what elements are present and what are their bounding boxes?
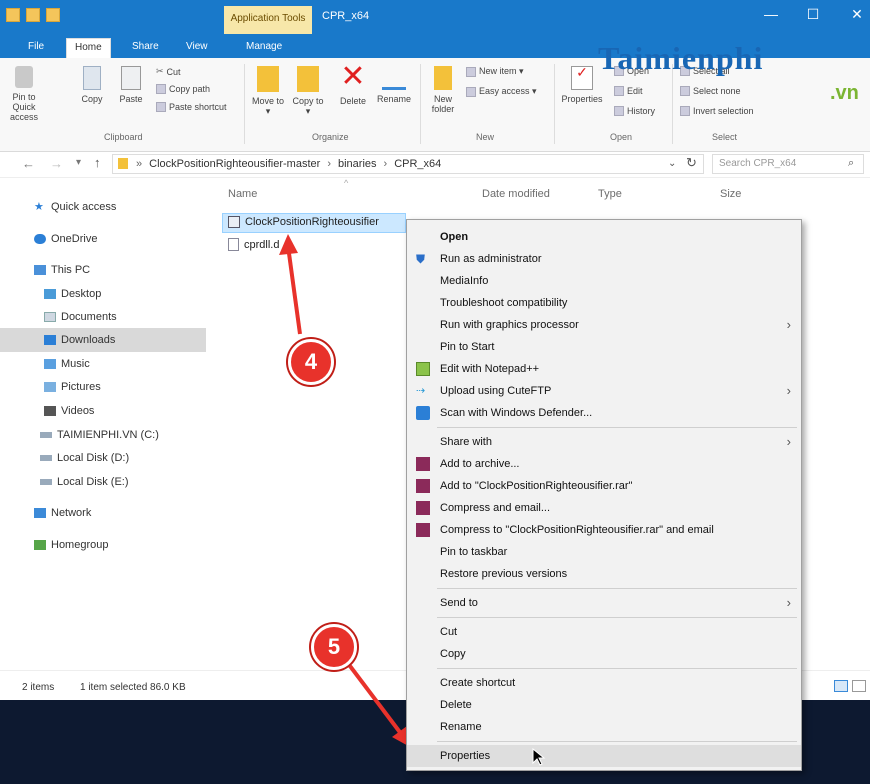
- menu-item-properties[interactable]: Properties: [407, 745, 801, 767]
- menu-item-compress-rar-email[interactable]: Compress to "ClockPositionRighteousifier…: [407, 519, 801, 541]
- menu-item-edit-notepad[interactable]: Edit with Notepad++: [407, 358, 801, 380]
- shield-icon: ⛊: [416, 252, 426, 266]
- menu-separator: [437, 668, 797, 669]
- menu-item-cut[interactable]: Cut: [407, 621, 801, 643]
- menu-item-rename[interactable]: Rename: [407, 716, 801, 738]
- menu-item-create-shortcut[interactable]: Create shortcut: [407, 672, 801, 694]
- arrow-to-properties: [348, 664, 404, 737]
- menu-separator: [437, 741, 797, 742]
- winrar-icon: [416, 523, 430, 537]
- menu-item-scan-defender[interactable]: Scan with Windows Defender...: [407, 402, 801, 424]
- menu-item-pin-to-start[interactable]: Pin to Start: [407, 336, 801, 358]
- submenu-arrow-icon: ›: [786, 434, 791, 449]
- menu-item-share-with[interactable]: Share with ›: [407, 431, 801, 453]
- defender-icon: [416, 406, 430, 420]
- ftp-icon: ⇢: [416, 385, 426, 397]
- menu-item-graphics-processor[interactable]: Run with graphics processor ›: [407, 314, 801, 336]
- menu-item-mediainfo[interactable]: MediaInfo: [407, 270, 801, 292]
- arrow-head: [279, 234, 298, 255]
- arrow-to-file: [286, 245, 302, 335]
- winrar-icon: [416, 479, 430, 493]
- submenu-arrow-icon: ›: [786, 595, 791, 610]
- menu-item-restore-versions[interactable]: Restore previous versions: [407, 563, 801, 585]
- submenu-arrow-icon: ›: [786, 317, 791, 332]
- menu-item-open[interactable]: Open: [407, 226, 801, 248]
- menu-separator: [437, 427, 797, 428]
- menu-item-troubleshoot[interactable]: Troubleshoot compatibility: [407, 292, 801, 314]
- context-menu: Open ⛊ Run as administrator MediaInfo Tro…: [406, 219, 802, 771]
- menu-item-send-to[interactable]: Send to ›: [407, 592, 801, 614]
- menu-item-run-as-administrator[interactable]: ⛊ Run as administrator: [407, 248, 801, 270]
- winrar-icon: [416, 457, 430, 471]
- mouse-cursor-icon: [532, 748, 546, 766]
- menu-item-add-to-archive[interactable]: Add to archive...: [407, 453, 801, 475]
- menu-item-delete[interactable]: Delete: [407, 694, 801, 716]
- winrar-icon: [416, 501, 430, 515]
- menu-separator: [437, 617, 797, 618]
- step-4-badge: 4: [288, 339, 334, 385]
- notepad-plus-icon: [416, 362, 430, 376]
- menu-item-upload-cuteftp[interactable]: ⇢ Upload using CuteFTP ›: [407, 380, 801, 402]
- menu-separator: [437, 588, 797, 589]
- menu-item-copy[interactable]: Copy: [407, 643, 801, 665]
- step-5-badge: 5: [311, 624, 357, 670]
- menu-item-compress-email[interactable]: Compress and email...: [407, 497, 801, 519]
- menu-item-add-to-rar[interactable]: Add to "ClockPositionRighteousifier.rar": [407, 475, 801, 497]
- submenu-arrow-icon: ›: [786, 383, 791, 398]
- menu-item-pin-to-taskbar[interactable]: Pin to taskbar: [407, 541, 801, 563]
